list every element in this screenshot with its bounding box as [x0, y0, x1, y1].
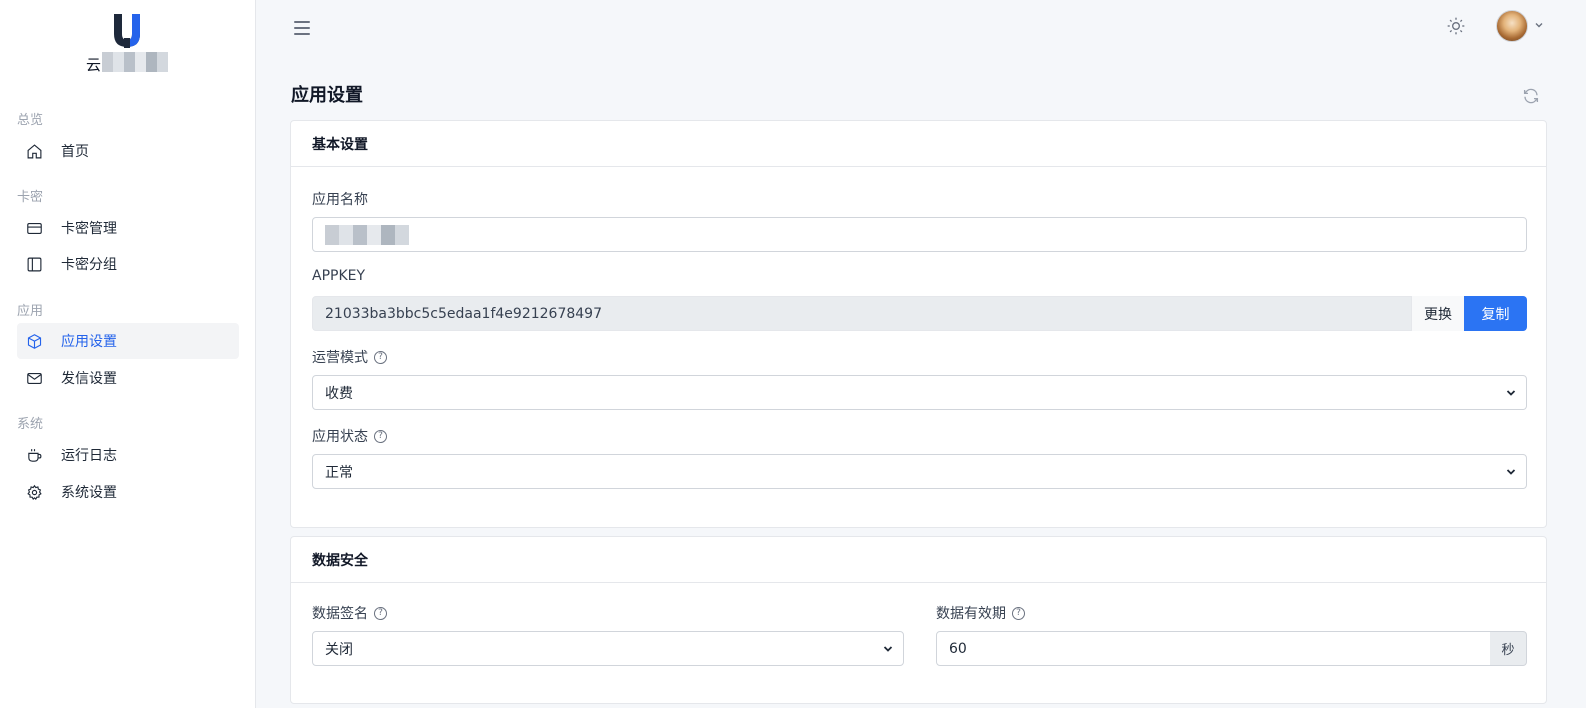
appkey-input[interactable]: 21033ba3bbc5c5edaa1f4e9212678497 — [312, 296, 1412, 331]
chevron-down-icon[interactable] — [1534, 20, 1544, 30]
card-header: 数据安全 — [291, 537, 1546, 583]
card-icon — [25, 219, 43, 237]
sidebar-item-label: 发信设置 — [61, 371, 117, 387]
nav-section-cards: 卡密 — [17, 190, 44, 205]
u-logo-icon[interactable] — [112, 14, 142, 48]
sidebar-item-card-groups[interactable]: 卡密分组 — [17, 246, 239, 282]
select-value: 关闭 — [325, 641, 353, 658]
help-icon[interactable]: ? — [374, 606, 387, 620]
card-header: 基本设置 — [291, 121, 1546, 167]
label-text: 数据签名 — [312, 606, 368, 622]
hamburger-line — [294, 33, 310, 35]
blur-block — [395, 224, 409, 245]
brand-name-blurred — [102, 52, 168, 72]
blur-block — [135, 52, 146, 72]
label-text: 数据有效期 — [936, 606, 1006, 622]
copy-appkey-button[interactable]: 复制 — [1464, 296, 1527, 331]
app-name-input[interactable] — [312, 217, 1527, 252]
help-icon[interactable]: ? — [374, 350, 387, 364]
hamburger-line — [294, 21, 310, 23]
seconds-unit-addon: 秒 — [1490, 631, 1527, 666]
app-name-label: 应用名称 — [312, 192, 368, 208]
data-security-card: 数据安全 数据签名 ? 关闭 数据有效期 ? 60 秒 — [290, 536, 1547, 704]
refresh-icon[interactable] — [1522, 87, 1540, 105]
label-text: 应用状态 — [312, 429, 368, 445]
mail-icon — [25, 369, 43, 387]
replace-appkey-button[interactable]: 更换 — [1412, 296, 1464, 331]
sidebar-item-label: 运行日志 — [61, 448, 117, 464]
sidebar-item-home[interactable]: 首页 — [17, 133, 239, 169]
blur-block — [146, 52, 157, 72]
brand-name-char: 云 — [86, 56, 102, 74]
sidebar-item-mail-settings[interactable]: 发信设置 — [17, 360, 239, 396]
chevron-down-icon — [1506, 389, 1516, 396]
coffee-cup-icon — [25, 446, 43, 464]
sidebar-item-run-logs[interactable]: 运行日志 — [17, 437, 239, 473]
blur-block — [325, 224, 339, 245]
sidebar-item-label: 系统设置 — [61, 485, 117, 501]
sidebar-item-label: 应用设置 — [61, 334, 117, 350]
operation-mode-select[interactable]: 收费 — [312, 375, 1527, 410]
appkey-label: APPKEY — [312, 268, 366, 284]
sidebar-item-label: 卡密分组 — [61, 257, 117, 273]
help-icon[interactable]: ? — [1012, 606, 1025, 620]
sidebar-layout-icon — [25, 255, 43, 273]
sidebar: 云 总览 首页 卡密 卡密管理 卡密分组 应用 应用设置 发信设置 系统 运行日… — [0, 0, 256, 708]
chevron-down-icon — [1506, 468, 1516, 475]
app-status-label: 应用状态 ? — [312, 426, 387, 446]
blur-block — [113, 52, 124, 72]
sidebar-item-card-management[interactable]: 卡密管理 — [17, 210, 239, 246]
hamburger-icon[interactable] — [294, 18, 314, 38]
sidebar-item-system-settings[interactable]: 系统设置 — [17, 474, 239, 510]
app-name-blurred-value — [325, 224, 409, 245]
blur-block — [157, 52, 168, 72]
sidebar-item-app-settings[interactable]: 应用设置 — [17, 323, 239, 359]
data-signature-label: 数据签名 ? — [312, 603, 387, 623]
page-title: 应用设置 — [291, 85, 363, 106]
app-status-select[interactable]: 正常 — [312, 454, 1527, 489]
blur-block — [381, 224, 395, 245]
data-signature-select[interactable]: 关闭 — [312, 631, 904, 666]
operation-mode-label: 运营模式 ? — [312, 347, 387, 367]
sidebar-item-label: 卡密管理 — [61, 221, 117, 237]
nav-section-overview: 总览 — [17, 113, 44, 128]
blur-block — [124, 52, 135, 72]
data-validity-input[interactable]: 60 — [936, 631, 1491, 666]
gear-icon — [25, 483, 43, 501]
select-value: 收费 — [325, 385, 353, 402]
select-value: 正常 — [325, 464, 353, 481]
basic-settings-card: 基本设置 应用名称 APPKEY 21033ba3bbc5c5edaa1f4e9… — [290, 120, 1547, 528]
blur-block — [339, 224, 353, 245]
sidebar-item-label: 首页 — [61, 144, 89, 160]
sun-icon[interactable] — [1446, 16, 1466, 36]
help-icon[interactable]: ? — [374, 429, 387, 443]
user-avatar[interactable] — [1496, 10, 1528, 42]
nav-section-apps: 应用 — [17, 304, 44, 319]
hamburger-line — [294, 27, 310, 29]
label-text: 运营模式 — [312, 350, 368, 366]
cube-icon — [25, 332, 43, 350]
nav-section-system: 系统 — [17, 417, 44, 432]
chevron-down-icon — [883, 645, 893, 652]
data-validity-label: 数据有效期 ? — [936, 603, 1025, 623]
blur-block — [353, 224, 367, 245]
home-icon — [25, 142, 43, 160]
blur-block — [102, 52, 113, 72]
blur-block — [367, 224, 381, 245]
